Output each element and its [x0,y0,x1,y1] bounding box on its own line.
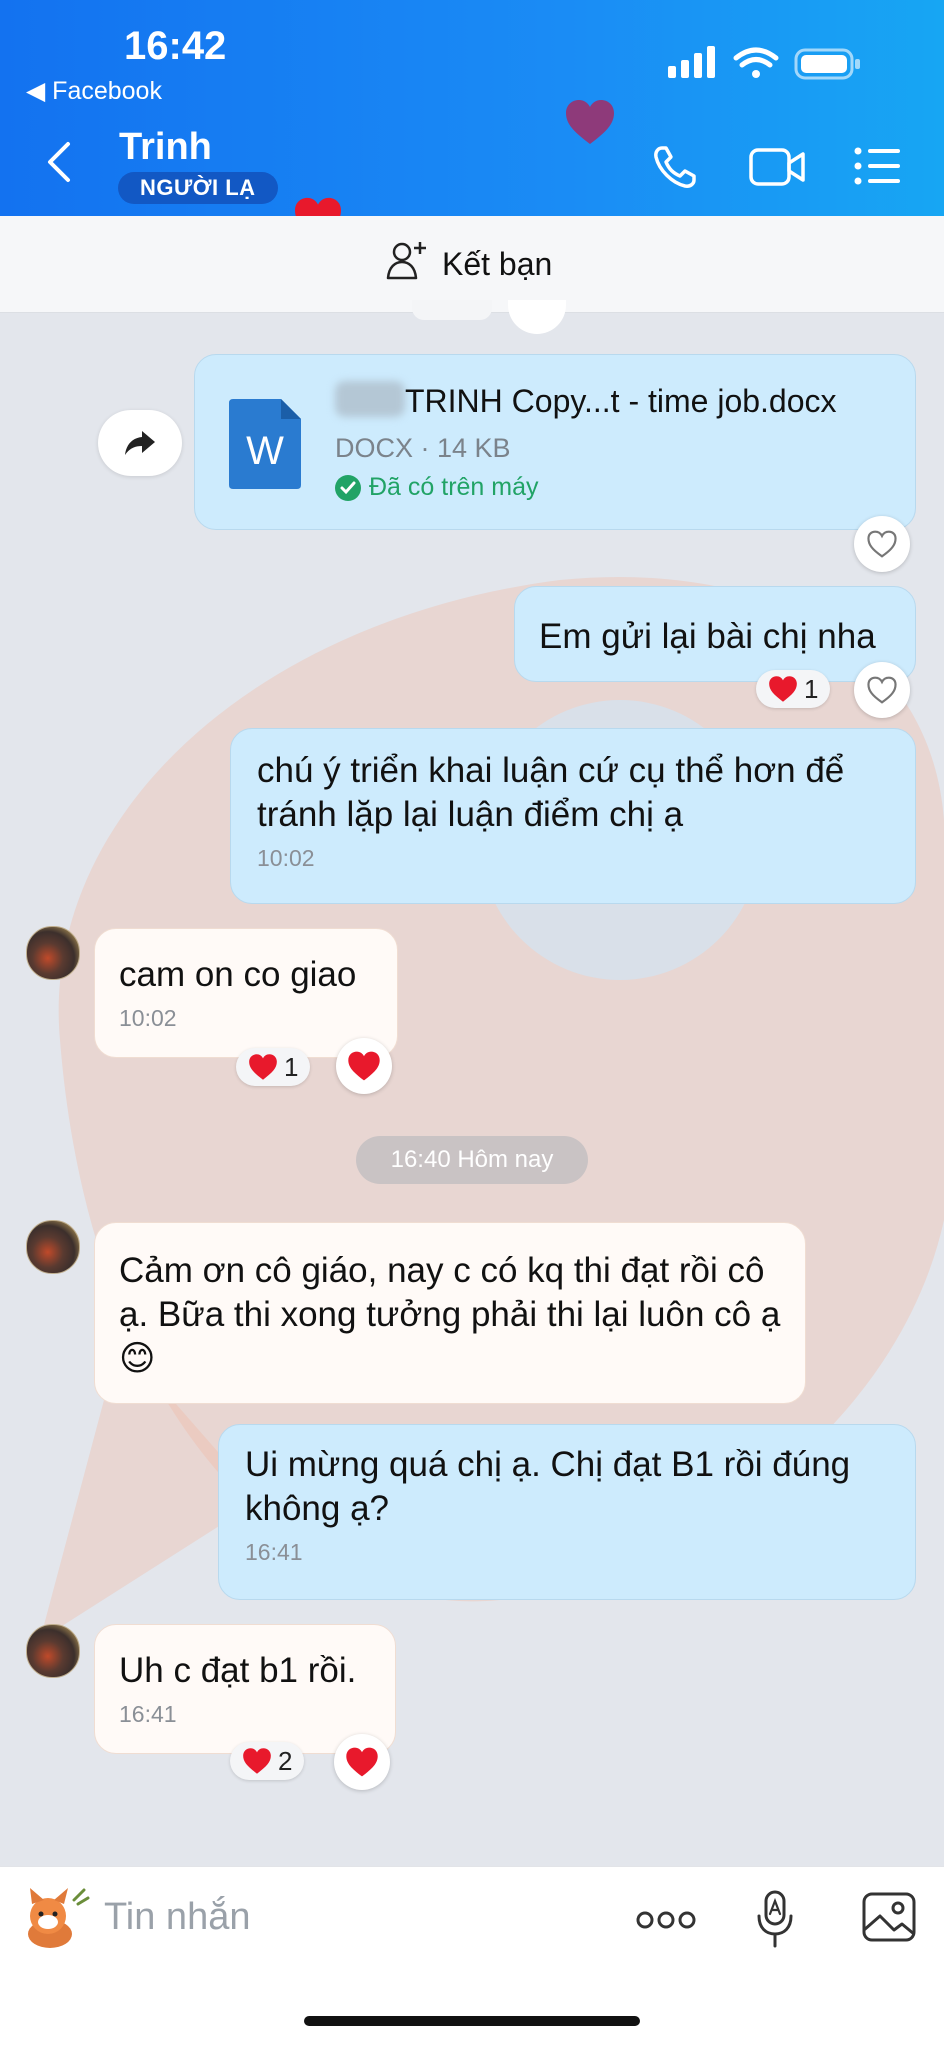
scrolled-reaction-button [508,300,566,334]
heart-icon [348,1051,380,1081]
heart-icon [769,676,797,702]
voice-to-text-icon[interactable] [756,1890,794,1953]
message-time: 10:02 [119,1005,177,1031]
avatar[interactable] [26,926,80,980]
message-bubble-me[interactable]: chú ý triển khai luận cứ cụ thể hơn để t… [230,728,916,904]
react-heart-button[interactable] [854,516,910,572]
word-file-icon: W [229,399,301,494]
scrolled-reaction-pill [412,300,492,320]
message-text: Cảm ơn cô giáo, nay c có kq thi đạt rồi … [119,1251,781,1378]
message-bubble-them[interactable]: cam on co giao 10:02 [94,928,398,1058]
message-text: chú ý triển khai luận cứ cụ thể hơn để t… [257,751,845,834]
message-input[interactable]: Tin nhắn [104,1896,250,1939]
reaction-count-pill[interactable]: 2 [230,1742,305,1780]
status-time: 16:42 [124,24,227,68]
message-text: Uh c đạt b1 rồi. [119,1651,357,1690]
message-time: 10:02 [257,845,315,871]
menu-list-icon[interactable] [854,146,902,191]
message-bubble-me[interactable]: Ui mừng quá chị ạ. Chị đạt B1 rồi đúng k… [218,1424,916,1600]
battery-icon [794,48,860,80]
file-status: Đã có trên máy [335,473,539,502]
heart-outline-icon [867,676,897,704]
check-circle-icon [335,474,361,501]
add-person-icon [386,240,428,288]
file-name: TRINH Copy...t - time job.docx [405,383,837,419]
message-text: cam on co giao [119,955,357,994]
reaction-count-pill[interactable]: 1 [756,670,831,708]
image-gallery-icon[interactable] [860,1890,918,1949]
home-indicator [304,2016,640,2026]
status-icons [668,44,864,89]
message-text: Ui mừng quá chị ạ. Chị đạt B1 rồi đúng k… [245,1445,851,1528]
react-heart-button[interactable] [336,1038,392,1094]
reaction-count-pill[interactable]: 1 [236,1048,311,1086]
add-friend-button[interactable]: Kết bạn [386,240,552,288]
purple-heart-icon [564,98,616,151]
heart-outline-icon [867,530,897,558]
heart-icon [249,1054,277,1080]
forward-button[interactable] [98,410,182,476]
contact-name[interactable]: Trinh [119,126,212,169]
message-time: 16:41 [119,1701,177,1727]
sticker-fox-icon [28,1888,90,1948]
phone-call-icon[interactable] [650,142,700,197]
heart-icon [243,1748,271,1774]
react-heart-button[interactable] [854,662,910,718]
react-heart-button[interactable] [334,1734,390,1790]
date-divider: 16:40 Hôm nay [356,1136,588,1184]
video-call-icon[interactable] [748,146,806,193]
forward-icon [125,431,155,455]
message-time: 16:41 [245,1539,303,1565]
signal-icon [668,46,715,78]
add-friend-label: Kết bạn [442,245,553,282]
message-text: Em gửi lại bài chị nha [539,617,876,656]
back-to-facebook-link[interactable]: ◀ Facebook [26,76,162,106]
blurred-filename-part [335,381,405,417]
message-bubble-them[interactable]: Uh c đạt b1 rồi. 16:41 [94,1624,396,1754]
avatar[interactable] [26,1624,80,1678]
more-options-icon[interactable] [636,1908,696,1937]
heart-icon [346,1747,378,1777]
message-bubble-them[interactable]: Cảm ơn cô giáo, nay c có kq thi đạt rồi … [94,1222,806,1404]
wifi-icon [733,47,779,68]
file-meta: DOCX · 14 KB [335,433,511,463]
file-message[interactable]: W TRINH Copy...t - time job.docx DOCX · … [194,354,916,530]
stranger-badge: NGƯỜI LẠ [118,172,278,204]
sticker-button[interactable] [16,1886,90,1961]
message-bubble-me[interactable]: Em gửi lại bài chị nha [514,586,916,682]
avatar[interactable] [26,1220,80,1274]
back-arrow-icon[interactable] [44,140,74,189]
